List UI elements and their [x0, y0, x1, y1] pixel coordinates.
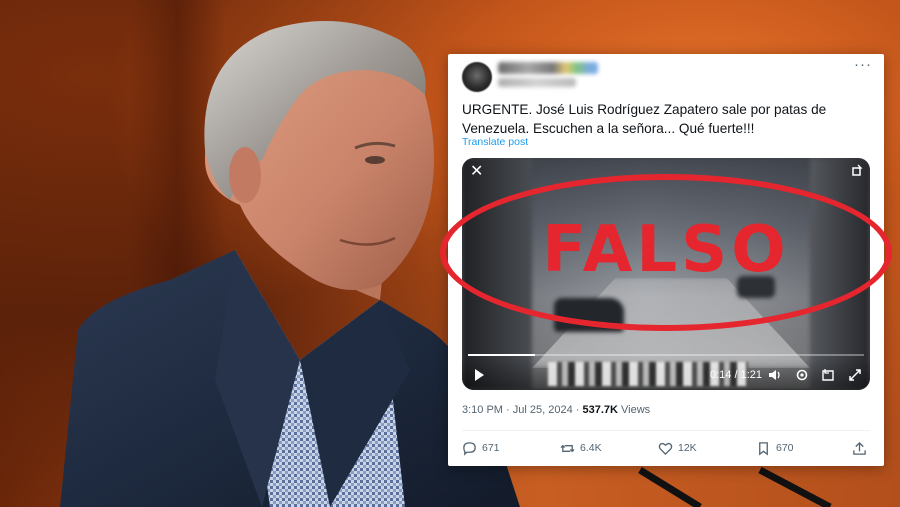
share-button[interactable]	[852, 438, 867, 458]
video-car	[737, 276, 775, 298]
close-icon[interactable]: ✕	[470, 164, 483, 180]
post-time[interactable]: 3:10 PM	[462, 404, 503, 416]
tweet-actions: 671 6.4K 12K 670	[462, 438, 870, 458]
bookmark-icon	[759, 441, 768, 455]
author-avatar[interactable]	[462, 62, 492, 92]
reply-icon	[463, 441, 476, 456]
author-name-blurred[interactable]	[498, 62, 598, 74]
repost-button[interactable]: 6.4K	[560, 438, 602, 458]
repost-count: 6.4K	[580, 442, 602, 454]
video-car	[554, 298, 624, 332]
bookmark-button[interactable]: 670	[756, 438, 794, 458]
views-count: 537.7K	[582, 404, 618, 416]
video-player[interactable]: ✕ 0:14 / 1:21	[462, 158, 870, 390]
bookmark-count: 670	[776, 442, 794, 454]
video-progress-fill	[468, 354, 536, 356]
divider	[462, 430, 870, 431]
play-icon[interactable]	[472, 368, 486, 382]
like-button[interactable]: 12K	[658, 438, 697, 458]
tweet-card: ··· URGENTE. José Luis Rodríguez Zapater…	[440, 54, 892, 466]
meta-separator: ·	[572, 404, 583, 416]
fullscreen-icon[interactable]	[848, 368, 862, 382]
post-date[interactable]: Jul 25, 2024	[513, 404, 573, 416]
tweet-text: URGENTE. José Luis Rodríguez Zapatero sa…	[462, 102, 827, 136]
video-progress-bar[interactable]	[468, 354, 864, 356]
like-count: 12K	[678, 442, 697, 454]
video-timestamp: 0:14 / 1:21	[710, 369, 762, 381]
heart-icon	[658, 442, 673, 455]
more-options-icon[interactable]: ···	[854, 57, 872, 72]
repost-icon	[560, 444, 575, 452]
volume-icon[interactable]	[768, 368, 782, 382]
meta-separator: ·	[502, 404, 513, 416]
reply-count: 671	[482, 442, 500, 454]
translate-post-link[interactable]: Translate post	[462, 136, 528, 148]
share-icon	[853, 441, 866, 455]
author-handle-blurred[interactable]	[498, 78, 576, 87]
settings-icon[interactable]	[795, 368, 809, 382]
rotate-icon[interactable]	[850, 164, 864, 178]
picture-in-picture-icon[interactable]	[821, 368, 835, 382]
reply-button[interactable]: 671	[462, 438, 500, 458]
tweet-meta: 3:10 PM · Jul 25, 2024 · 537.7K Views	[462, 404, 650, 416]
views-label: Views	[617, 404, 651, 416]
